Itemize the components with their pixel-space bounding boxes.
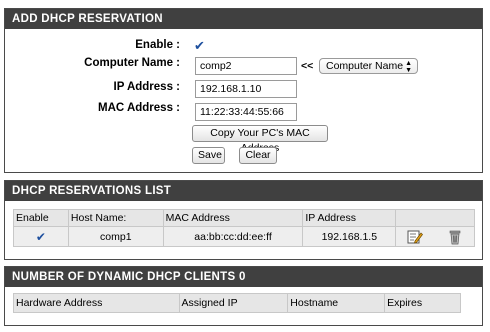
copy-arrow-label: << [301,60,314,72]
computer-name-select[interactable]: Computer Name ▲ ▼ [319,58,418,74]
copy-mac-button[interactable]: Copy Your PC's MAC Address [192,125,328,154]
row-host-cell: comp1 [67,226,164,247]
table-header-row: Hardware Address Assigned IP Hostname Ex… [13,293,461,313]
edit-icon[interactable] [407,229,424,245]
column-header: MAC Address [162,209,304,227]
trash-icon[interactable] [447,229,463,245]
add-dhcp-reservation-panel: ADD DHCP RESERVATION Enable : ✔ Computer… [4,8,483,173]
ip-address-input[interactable]: 192.168.1.10 [195,80,297,98]
dynamic-dhcp-clients-panel: NUMBER OF DYNAMIC DHCP CLIENTS 0 Hardwar… [4,266,483,326]
panel-title: NUMBER OF DYNAMIC DHCP CLIENTS 0 [5,267,482,287]
row-enable-cell: ✔ [13,226,69,247]
row-actions-cell [395,226,475,247]
row-ip-cell: 192.168.1.5 [302,226,397,247]
table-row: ✔ comp1 aa:bb:cc:dd:ee:ff 192.168.1.5 [13,226,475,247]
table-header-row: Enable Host Name: MAC Address IP Address [13,209,475,227]
row-mac-cell: aa:bb:cc:dd:ee:ff [162,226,304,247]
column-header: Hostname [287,293,386,313]
computer-name-label: Computer Name : [84,57,180,69]
column-header: Assigned IP [178,293,289,313]
clear-button[interactable]: Clear [239,147,277,164]
ip-address-label: IP Address : [113,81,180,93]
column-header: Host Name: [67,209,164,227]
chevron-updown-icon: ▲ ▼ [405,60,412,74]
row-enable-checkbox[interactable]: ✔ [36,230,46,244]
dhcp-reservations-list-panel: DHCP RESERVATIONS LIST Enable Host Name:… [4,180,483,260]
reservations-table: Enable Host Name: MAC Address IP Address… [13,209,475,247]
column-header: IP Address [302,209,397,227]
save-button[interactable]: Save [192,147,225,164]
computer-name-select-value: Computer Name [326,60,404,72]
panel-title: ADD DHCP RESERVATION [5,9,482,29]
column-header: Expires [384,293,461,313]
column-header-actions [395,209,475,227]
computer-name-input[interactable]: comp2 [195,57,297,75]
mac-address-input[interactable]: 11:22:33:44:55:66 [195,103,297,121]
dynamic-clients-table: Hardware Address Assigned IP Hostname Ex… [13,293,461,313]
panel-title: DHCP RESERVATIONS LIST [5,181,482,201]
column-header: Enable [13,209,69,227]
mac-address-label: MAC Address : [98,102,180,114]
enable-checkbox[interactable]: ✔ [194,39,207,52]
column-header: Hardware Address [13,293,180,313]
enable-label: Enable : [135,39,180,51]
